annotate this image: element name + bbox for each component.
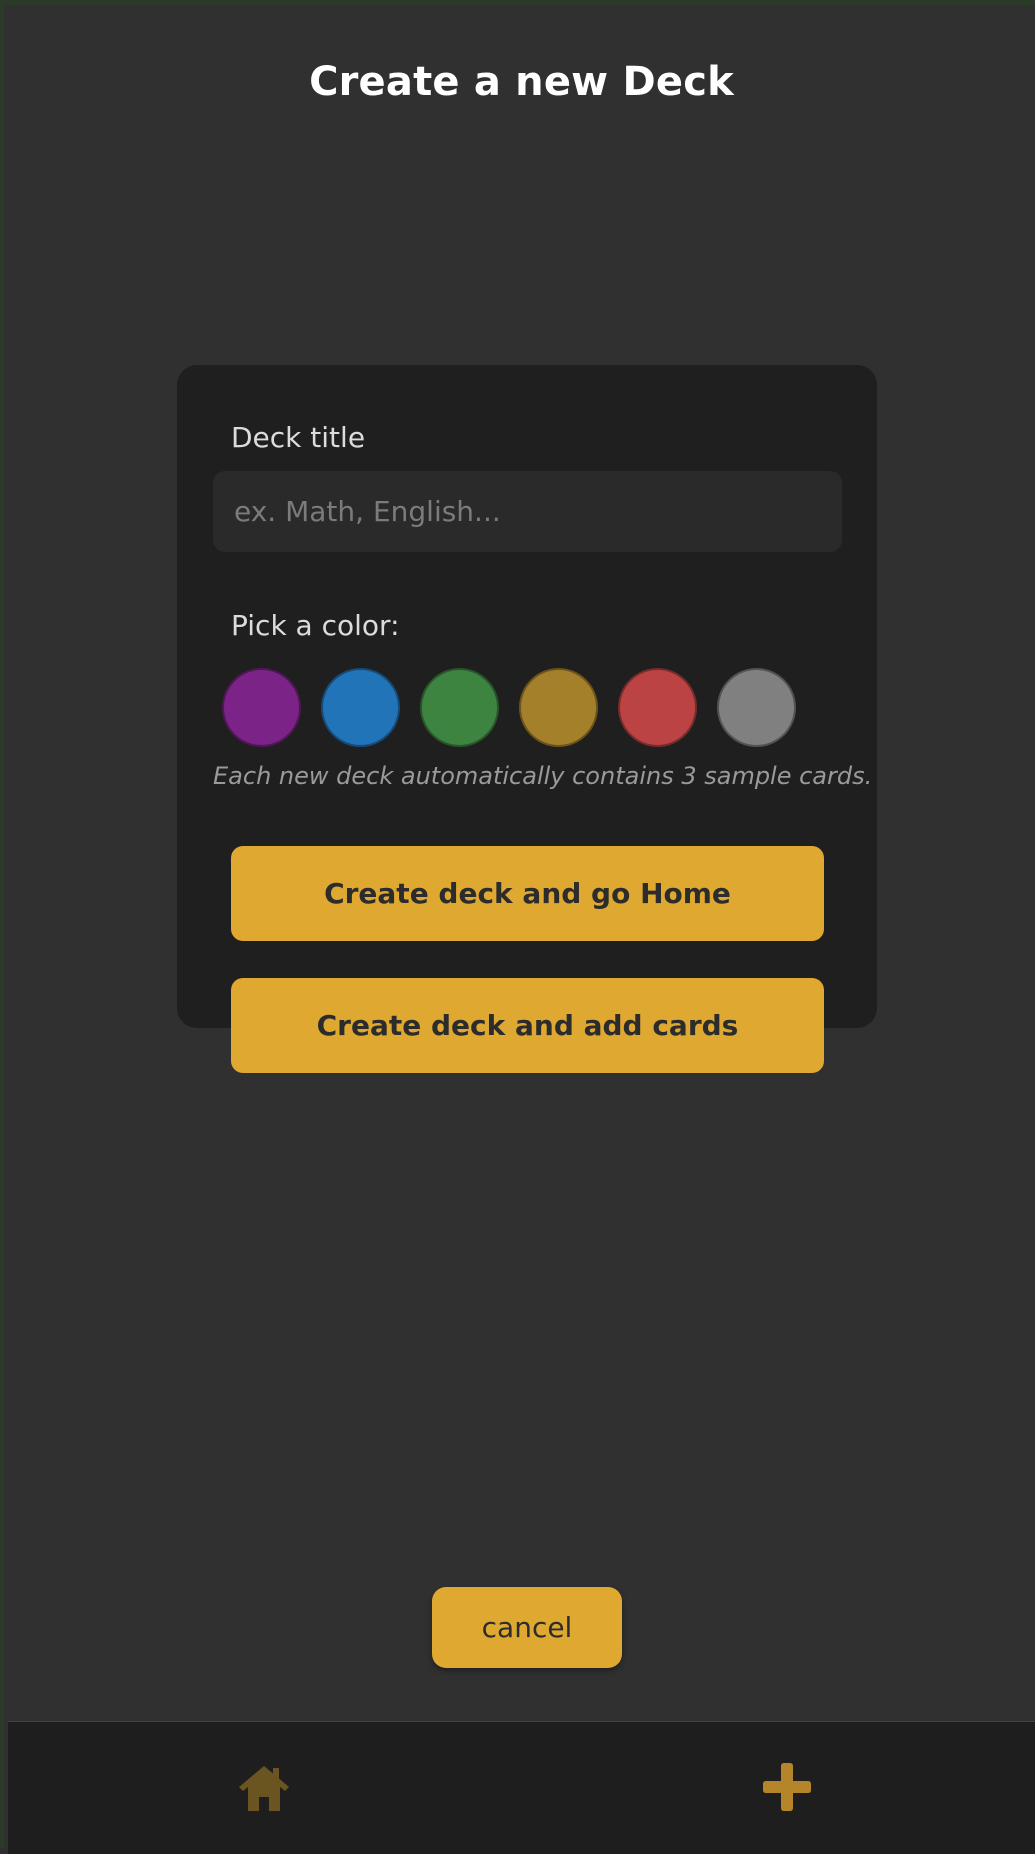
home-icon-shape	[239, 1766, 289, 1811]
page-title: Create a new Deck	[309, 59, 734, 105]
home-icon	[239, 1766, 289, 1811]
nav-add-deck-button[interactable]	[762, 1762, 812, 1812]
color-swatch-gold[interactable]	[519, 668, 598, 747]
color-swatch-green[interactable]	[420, 668, 499, 747]
sample-cards-hint: Each new deck automatically contains 3 s…	[213, 762, 873, 790]
deck-title-input[interactable]	[213, 471, 842, 552]
create-deck-go-home-button[interactable]: Create deck and go Home	[231, 846, 824, 941]
cancel-button[interactable]: cancel	[432, 1587, 622, 1668]
nav-home-button[interactable]	[236, 1763, 292, 1813]
plus-icon	[763, 1763, 811, 1811]
bottom-navigation-bar	[8, 1721, 1035, 1854]
color-swatch-red[interactable]	[618, 668, 697, 747]
color-swatch-blue[interactable]	[321, 668, 400, 747]
create-deck-add-cards-button[interactable]: Create deck and add cards	[231, 978, 824, 1073]
color-swatch-purple[interactable]	[222, 668, 301, 747]
color-swatch-gray[interactable]	[717, 668, 796, 747]
plus-icon-shape	[763, 1763, 811, 1811]
color-picker-label: Pick a color:	[231, 609, 400, 642]
deck-title-label: Deck title	[231, 421, 366, 454]
app-screen: Create a new Deck Deck title Pick a colo…	[0, 0, 1035, 1854]
